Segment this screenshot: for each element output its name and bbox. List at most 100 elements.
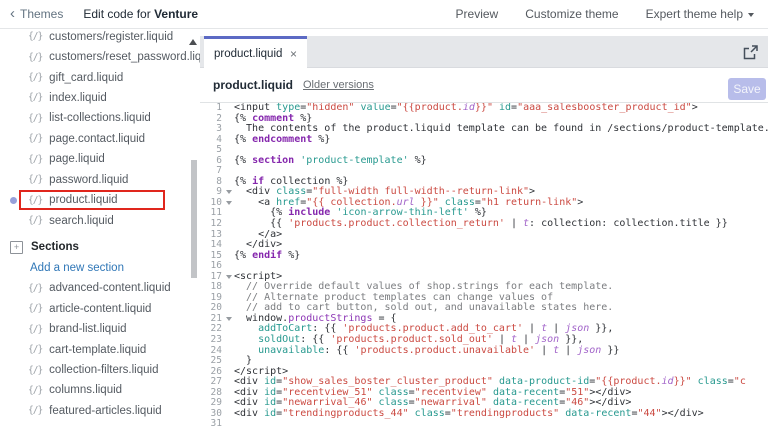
code-line-25[interactable]: } <box>234 356 768 367</box>
code-line-14[interactable]: </div> <box>234 240 768 251</box>
fold-arrow-icon[interactable] <box>226 201 232 205</box>
file-header-bar: product.liquid Older versions Save <box>200 68 768 103</box>
sidebar-item-brand-list-liquid[interactable]: {/} brand-list.liquid <box>0 319 200 339</box>
code-line-4[interactable]: {% endcomment %} <box>234 135 768 146</box>
sidebar-item-article-content-liquid[interactable]: {/} article-content.liquid <box>0 298 200 318</box>
active-file-dot-icon <box>10 197 17 204</box>
sidebar-item-label: page.liquid <box>49 153 105 165</box>
tab-label: product.liquid <box>214 48 282 60</box>
code-editor[interactable]: 1234567891011121314151617181920212223242… <box>200 103 768 428</box>
tab-product-liquid[interactable]: product.liquid × <box>204 36 307 68</box>
sidebar-item-label: customers/reset_password.liquid <box>49 51 200 63</box>
code-line-30[interactable]: <div id="trendingproducts_44" class="tre… <box>234 409 768 420</box>
folder-toggle-icon: + <box>10 241 23 254</box>
sidebar-item-label: page.contact.liquid <box>49 133 145 145</box>
sidebar-item-gift-card-liquid[interactable]: {/} gift_card.liquid <box>0 67 200 87</box>
sidebar-item-page-liquid[interactable]: {/} page.liquid <box>0 149 200 169</box>
back-to-themes-link[interactable]: ‹ Themes <box>10 7 63 21</box>
sections-group-header[interactable]: + Sections <box>0 237 200 257</box>
line-number-gutter: 1234567891011121314151617181920212223242… <box>200 103 234 428</box>
expert-theme-help-label: Expert theme help <box>646 7 743 21</box>
code-file-icon: {/} <box>28 154 42 165</box>
sidebar-item-collection-filters-liquid[interactable]: {/} collection-filters.liquid <box>0 360 200 380</box>
scrollbar-up-arrow-icon[interactable] <box>189 39 197 45</box>
sidebar-item-columns-liquid[interactable]: {/} columns.liquid <box>0 380 200 400</box>
code-line-6[interactable]: {% section 'product-template' %} <box>234 156 768 167</box>
sidebar-item-label: featured-articles.liquid <box>49 405 162 417</box>
sidebar-item-label: cart-template.liquid <box>49 344 146 356</box>
fold-arrow-icon[interactable] <box>226 190 232 194</box>
code-file-icon: {/} <box>28 92 42 103</box>
sidebar-item-customers-reset-password-liquid[interactable]: {/} customers/reset_password.liquid <box>0 47 200 67</box>
code-file-icon: {/} <box>28 283 42 294</box>
code-line-1[interactable]: <input type="hidden" value="{{product.id… <box>234 103 768 114</box>
code-file-icon: {/} <box>28 31 42 42</box>
sidebar-item-list-collections-liquid[interactable]: {/}list-collections.liquid <box>0 108 200 128</box>
sidebar-scrollbar-thumb[interactable] <box>191 160 197 278</box>
sidebar-item-featured-articles-liquid[interactable]: {/}featured-articles.liquid <box>0 401 200 421</box>
sidebar-item-label: collection-filters.liquid <box>49 364 158 376</box>
code-file-icon: {/} <box>28 72 42 83</box>
code-lines: <input type="hidden" value="{{product.id… <box>234 103 768 428</box>
top-header: ‹ Themes Edit code for Venture Preview C… <box>0 0 768 29</box>
page-title-prefix: Edit code for <box>83 7 154 21</box>
sidebar-item-customers-register-liquid[interactable]: {/} customers/register.liquid <box>0 28 200 47</box>
code-file-icon: {/} <box>28 215 42 226</box>
code-file-icon: {/} <box>28 324 42 335</box>
sidebar-item-page-contact-liquid[interactable]: {/} page.contact.liquid <box>0 129 200 149</box>
sidebar-item-password-liquid[interactable]: {/}password.liquid <box>0 169 200 189</box>
fullscreen-expand-icon[interactable] <box>743 45 758 65</box>
theme-name: Venture <box>154 7 198 21</box>
sections-group-label: Sections <box>31 241 79 253</box>
sidebar-item-label: index.liquid <box>49 92 107 104</box>
add-new-section-link[interactable]: Add a new section <box>0 258 200 278</box>
sidebar-item-label: columns.liquid <box>49 384 122 396</box>
sidebar-item-index-liquid[interactable]: {/} index.liquid <box>0 88 200 108</box>
close-tab-icon[interactable]: × <box>290 47 297 61</box>
code-line-15[interactable]: {% endif %} <box>234 251 768 262</box>
header-actions: Preview Customize theme Expert theme hel… <box>456 7 754 21</box>
sidebar-item-search-liquid[interactable]: {/} search.liquid <box>0 210 200 230</box>
code-line-24[interactable]: unavailable: {{ 'products.product.unavai… <box>234 346 768 357</box>
page-title: Edit code for Venture <box>83 7 198 21</box>
line-number: 1 <box>200 103 222 114</box>
fold-arrow-icon[interactable] <box>226 275 232 279</box>
expert-theme-help-menu[interactable]: Expert theme help <box>646 7 754 21</box>
code-file-icon: {/} <box>28 303 42 314</box>
file-title: product.liquid <box>213 78 293 92</box>
save-button[interactable]: Save <box>728 78 766 100</box>
sidebar-item-label: advanced-content.liquid <box>49 282 170 294</box>
customize-theme-button[interactable]: Customize theme <box>525 7 618 21</box>
sidebar-item-product-liquid[interactable]: {/}product.liquid <box>0 190 200 210</box>
sidebar-item-label: brand-list.liquid <box>49 323 126 335</box>
code-file-icon: {/} <box>28 365 42 376</box>
code-file-icon: {/} <box>28 52 42 63</box>
line-number: 31 <box>200 419 222 428</box>
code-line-16[interactable] <box>234 261 768 272</box>
sidebar-item-label: password.liquid <box>49 174 128 186</box>
code-line-31[interactable] <box>234 419 768 428</box>
sidebar-item-label: article-content.liquid <box>49 303 151 315</box>
code-file-icon: {/} <box>28 385 42 396</box>
sidebar-template-list: {/} customers/register.liquid {/} customers… <box>0 28 200 231</box>
line-number: 12 <box>200 219 222 230</box>
sidebar-item-label: search.liquid <box>49 215 114 227</box>
code-line-12[interactable]: {{ 'products.product.collection_return' … <box>234 219 768 230</box>
sidebar-item-advanced-content-liquid[interactable]: {/} advanced-content.liquid <box>0 278 200 298</box>
fold-arrow-icon[interactable] <box>226 317 232 321</box>
preview-button[interactable]: Preview <box>456 7 499 21</box>
code-file-icon: {/} <box>28 113 42 124</box>
chevron-down-icon <box>748 13 754 17</box>
sidebar-item-label: product.liquid <box>49 194 117 206</box>
older-versions-link[interactable]: Older versions <box>303 79 374 91</box>
sidebar-item-cart-template-liquid[interactable]: {/} cart-template.liquid <box>0 339 200 359</box>
sidebar-item-label: customers/register.liquid <box>49 31 173 43</box>
sidebar-sections-list: {/} advanced-content.liquid {/} article-con… <box>0 278 200 421</box>
file-sidebar: {/} customers/register.liquid {/} customers… <box>0 28 200 428</box>
line-number: 23 <box>200 335 222 346</box>
back-label: Themes <box>20 7 63 21</box>
sidebar-item-label: gift_card.liquid <box>49 72 123 84</box>
code-file-icon: {/} <box>28 344 42 355</box>
code-file-icon: {/} <box>28 133 42 144</box>
code-line-13[interactable]: </a> <box>234 230 768 241</box>
